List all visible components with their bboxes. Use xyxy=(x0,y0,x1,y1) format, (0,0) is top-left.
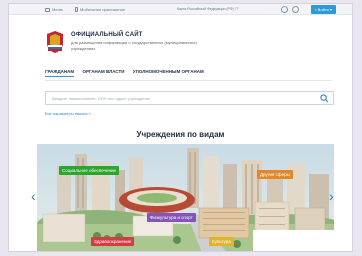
extended-search-link[interactable]: Все параметры поиска » xyxy=(45,111,91,116)
tab-authorized-bodies[interactable]: УПОЛНОМОЧЕННЫМ ОРГАНАМ xyxy=(133,69,204,74)
nav-divider xyxy=(45,80,332,81)
next-arrow-icon[interactable]: › xyxy=(329,189,334,203)
browser-frame: Меню Мобильное приложение Карта Российск… xyxy=(8,3,353,252)
help-icon[interactable] xyxy=(292,6,299,13)
mobile-app-link[interactable]: Мобильное приложение xyxy=(75,6,125,13)
overlay-patch xyxy=(253,230,352,251)
login-button[interactable]: ▪ Войти ▾ xyxy=(311,5,336,14)
main-nav: ГРАЖДАНАМ ОРГАНАМ ВЛАСТИ УПОЛНОМОЧЕННЫМ … xyxy=(45,69,211,77)
prev-arrow-icon[interactable]: ‹ xyxy=(31,189,36,203)
eye-icon[interactable] xyxy=(281,6,288,13)
search-input[interactable]: Введите наименование, ИНН или адрес учре… xyxy=(45,91,334,105)
menu-link[interactable]: Меню xyxy=(45,6,63,13)
site-title: ОФИЦИАЛЬНЫЙ САЙТ xyxy=(71,32,143,38)
search-icon[interactable] xyxy=(320,94,329,103)
phone-icon xyxy=(75,7,78,13)
tab-authorities[interactable]: ОРГАНАМ ВЛАСТИ xyxy=(82,69,124,74)
coat-of-arms-logo xyxy=(47,31,63,53)
section-title: Учреждения по видам xyxy=(136,130,225,139)
menu-icon xyxy=(45,7,50,12)
top-bar: Меню Мобильное приложение Карта Российск… xyxy=(9,4,352,15)
site-subtitle: для размещения информации о государствен… xyxy=(71,40,197,51)
category-culture[interactable]: Культура xyxy=(209,237,234,246)
category-social[interactable]: Социальное обеспечение xyxy=(59,166,119,175)
category-sport[interactable]: Физкультура и спорт xyxy=(147,213,196,222)
tab-citizens[interactable]: ГРАЖДАНАМ xyxy=(45,69,75,77)
region-link[interactable]: Карта Российской Федерации (РФ) 77 xyxy=(177,6,239,13)
category-other[interactable]: Другие сферы xyxy=(257,170,293,179)
search-placeholder: Введите наименование, ИНН или адрес учре… xyxy=(52,96,150,101)
category-health[interactable]: Здравоохранение xyxy=(91,237,135,246)
